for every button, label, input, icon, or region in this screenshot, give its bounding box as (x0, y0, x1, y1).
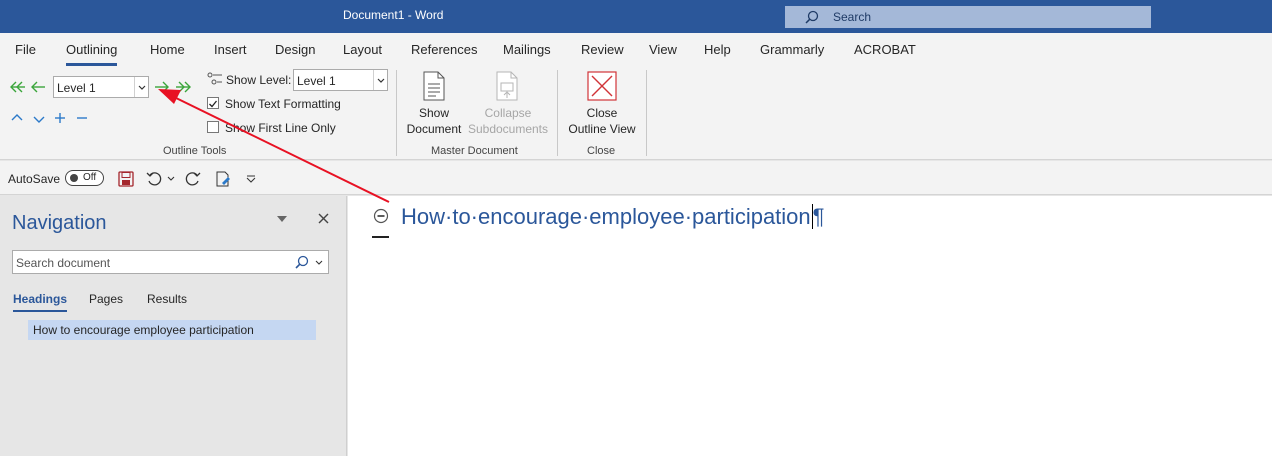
close-outline-view-button[interactable]: Close Outline View (563, 105, 641, 137)
title-bar: Document1 - Word Search (0, 0, 1272, 33)
quick-access-toolbar: AutoSave Off (0, 161, 1272, 195)
promote-icon[interactable] (30, 80, 46, 94)
show-level-dropdown[interactable]: Level 1 (293, 69, 388, 91)
tab-help[interactable]: Help (704, 42, 731, 57)
demote-to-body-icon[interactable] (175, 80, 193, 94)
pilcrow-mark: ¶ (811, 204, 825, 229)
checkmark-icon (209, 100, 218, 108)
tab-grammarly[interactable]: Grammarly (760, 42, 824, 57)
heading-list-item-label: How to encourage employee participation (33, 323, 254, 337)
navigation-title: Navigation (12, 212, 107, 234)
redo-icon[interactable] (185, 171, 201, 187)
group-divider (396, 70, 397, 156)
show-level-icon (207, 72, 222, 85)
outline-level-dropdown[interactable]: Level 1 (53, 76, 149, 98)
tab-acrobat[interactable]: ACROBAT (854, 42, 916, 57)
collapse-subdocuments-label-2: Subdocuments (467, 122, 549, 136)
outline-level-value: Level 1 (57, 81, 96, 95)
move-down-icon[interactable] (33, 114, 45, 124)
show-text-formatting-label: Show Text Formatting (225, 97, 341, 111)
close-group-label: Close (587, 145, 616, 157)
tab-references[interactable]: References (411, 42, 477, 57)
ribbon: Level 1 Show Level: Level 1 Show Text Fo… (0, 66, 1272, 160)
navigation-pane: Navigation Search document Headings Page… (0, 196, 347, 456)
collapse-subdocuments-label-1: Collapse (484, 106, 532, 120)
tab-design[interactable]: Design (275, 42, 315, 57)
close-icon[interactable] (318, 213, 329, 224)
search-label: Search (833, 10, 872, 24)
master-document-group-label: Master Document (431, 145, 518, 157)
show-first-line-only-label: Show First Line Only (225, 121, 336, 135)
show-document-icon[interactable] (421, 71, 447, 101)
chevron-down-icon[interactable] (315, 260, 323, 265)
tab-view[interactable]: View (649, 42, 677, 57)
outline-tools-group-label: Outline Tools (163, 145, 227, 157)
tab-file[interactable]: File (15, 42, 36, 57)
show-text-formatting-checkbox[interactable] (207, 97, 219, 109)
close-outline-view-label-2: Outline View (568, 122, 636, 136)
demote-icon[interactable] (154, 80, 170, 94)
window-title: Document1 - Word (343, 8, 444, 22)
autosave-state: Off (83, 172, 97, 183)
show-document-button[interactable]: Show Document (400, 105, 468, 137)
collapse-subdocuments-icon[interactable] (494, 71, 520, 101)
show-level-label: Show Level: (226, 73, 292, 87)
tab-pages[interactable]: Pages (89, 292, 123, 306)
tab-headings[interactable]: Headings (13, 292, 68, 312)
undo-dropdown-icon[interactable] (167, 176, 175, 181)
ribbon-tab-bar: File Outlining Home Insert Design Layout… (0, 33, 1272, 66)
search-document-placeholder: Search document (16, 256, 111, 270)
search-document-input[interactable]: Search document (12, 250, 329, 274)
tell-me-search-box[interactable]: Search (785, 6, 1151, 28)
collapse-heading-icon[interactable] (373, 208, 389, 224)
toggle-knob (70, 174, 78, 182)
heading-text: How·to·encourage·employee·participation (401, 204, 811, 229)
close-outline-view-icon[interactable] (587, 71, 617, 101)
expand-icon[interactable] (54, 112, 66, 124)
autosave-label: AutoSave (8, 172, 61, 186)
show-level-value: Level 1 (297, 74, 336, 88)
show-document-label-1: Show (418, 106, 450, 120)
tab-review[interactable]: Review (581, 42, 624, 57)
tab-insert[interactable]: Insert (214, 42, 247, 57)
tab-layout[interactable]: Layout (343, 42, 382, 57)
move-up-icon[interactable] (11, 113, 23, 123)
tab-results[interactable]: Results (147, 292, 187, 306)
chevron-down-icon[interactable] (373, 70, 387, 90)
undo-icon[interactable] (146, 171, 162, 187)
tab-outlining[interactable]: Outlining (66, 42, 118, 66)
close-outline-view-label-1: Close (586, 106, 618, 120)
group-divider (557, 70, 558, 156)
show-document-label-2: Document (406, 122, 462, 136)
search-icon[interactable] (295, 255, 309, 269)
document-canvas[interactable]: How·to·encourage·employee·participation¶ (348, 196, 1272, 456)
show-first-line-only-checkbox[interactable] (207, 121, 219, 133)
outline-body-marker (372, 236, 389, 238)
search-icon (805, 10, 819, 24)
tab-home[interactable]: Home (150, 42, 185, 57)
pane-options-icon[interactable] (277, 216, 287, 222)
save-icon[interactable] (118, 171, 134, 187)
heading-list-item[interactable]: How to encourage employee participation (28, 320, 316, 340)
autosave-toggle[interactable]: Off (65, 170, 104, 186)
collapse-icon[interactable] (76, 112, 88, 124)
group-divider (646, 70, 647, 156)
document-heading[interactable]: How·to·encourage·employee·participation¶ (401, 204, 825, 230)
customize-qat-icon[interactable] (246, 175, 256, 183)
touch-mode-icon[interactable] (215, 171, 231, 187)
chevron-down-icon[interactable] (134, 77, 148, 97)
promote-to-heading-icon[interactable] (8, 80, 26, 94)
tab-mailings[interactable]: Mailings (503, 42, 551, 57)
collapse-subdocuments-button[interactable]: Collapse Subdocuments (465, 105, 551, 137)
